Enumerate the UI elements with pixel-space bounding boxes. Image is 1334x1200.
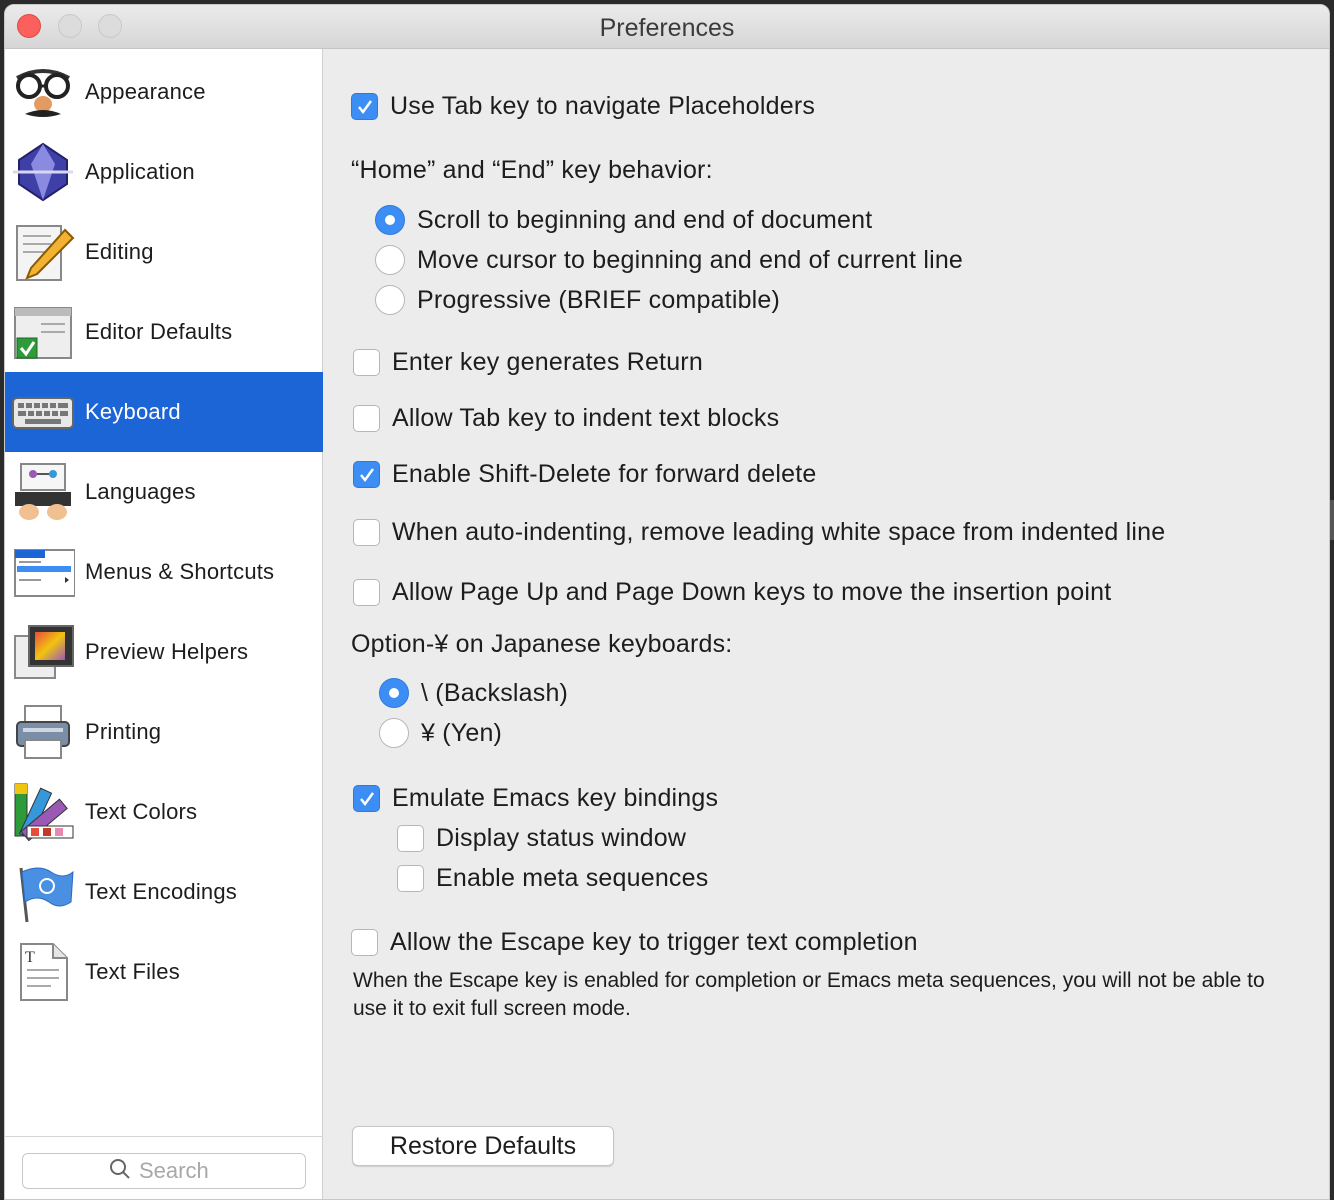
tab-indent-option[interactable]: Allow Tab key to indent text blocks [353, 404, 779, 433]
page-keys-label: Allow Page Up and Page Down keys to move… [392, 578, 1112, 606]
home-end-option-label: Scroll to beginning and end of document [417, 205, 873, 234]
auto-indent-label: When auto-indenting, remove leading whit… [392, 518, 1166, 546]
search-field[interactable] [22, 1153, 306, 1189]
shift-delete-checkbox[interactable] [353, 461, 380, 488]
restore-defaults-button[interactable]: Restore Defaults [352, 1126, 614, 1166]
meta-sequences-option[interactable]: Enable meta sequences [397, 864, 708, 893]
meta-sequences-checkbox[interactable] [397, 865, 424, 892]
escape-note: When the Escape key is enabled for compl… [353, 969, 1265, 1020]
home-end-option-label: Move cursor to beginning and end of curr… [417, 245, 964, 274]
enter-return-checkbox[interactable] [353, 349, 380, 376]
sidebar-item-label: Text Files [85, 959, 180, 984]
groucho-glasses-icon [11, 60, 75, 124]
preview-icon [11, 620, 75, 684]
use-tab-placeholders-checkbox[interactable] [351, 93, 378, 120]
typing-hands-icon [11, 460, 75, 524]
auto-indent-option[interactable]: When auto-indenting, remove leading whit… [353, 518, 1165, 547]
sidebar-item-text-files[interactable]: T Text Files [5, 932, 323, 1012]
search-input[interactable] [139, 1158, 219, 1184]
pencil-document-icon [11, 220, 75, 284]
yen-radio[interactable] [379, 718, 409, 748]
color-swatches-icon [11, 780, 75, 844]
home-end-radio[interactable] [375, 245, 405, 275]
sidebar-item-printing[interactable]: Printing [5, 692, 323, 772]
sidebar-item-menus-shortcuts[interactable]: Menus & Shortcuts [5, 532, 323, 612]
search-icon [109, 1158, 131, 1185]
title-bar: Preferences [5, 5, 1329, 49]
keyboard-settings-pane: Use Tab key to navigate Placeholders “Ho… [324, 49, 1329, 1199]
home-end-option-label: Progressive (BRIEF compatible) [417, 285, 781, 314]
page-keys-checkbox[interactable] [353, 579, 380, 606]
sidebar-item-application[interactable]: Application [5, 132, 323, 212]
emacs-label: Emulate Emacs key bindings [392, 784, 719, 812]
sidebar-item-label: Text Colors [85, 799, 198, 824]
window-title: Preferences [599, 14, 735, 42]
enter-return-option[interactable]: Enter key generates Return [353, 348, 703, 377]
auto-indent-checkbox[interactable] [353, 519, 380, 546]
use-tab-placeholders-label: Use Tab key to navigate Placeholders [390, 92, 816, 120]
home-end-radio[interactable] [375, 205, 405, 235]
shift-delete-label: Enable Shift-Delete for forward delete [392, 460, 817, 488]
sidebar-item-editor-defaults[interactable]: Editor Defaults [5, 292, 323, 372]
home-end-radio[interactable] [375, 285, 405, 315]
shift-delete-option[interactable]: Enable Shift-Delete for forward delete [353, 460, 817, 489]
escape-completion-checkbox[interactable] [351, 929, 378, 956]
home-end-option-scroll[interactable]: Scroll to beginning and end of document [375, 205, 872, 235]
status-window-checkbox[interactable] [397, 825, 424, 852]
svg-text:T: T [25, 949, 35, 966]
yen-option-label: \ (Backslash) [421, 678, 569, 707]
meta-sequences-label: Enable meta sequences [436, 864, 709, 892]
yen-option-backslash[interactable]: \ (Backslash) [379, 678, 568, 708]
yen-heading: Option-¥ on Japanese keyboards: [351, 630, 733, 658]
sidebar-item-label: Editor Defaults [85, 319, 233, 344]
use-tab-placeholders-option[interactable]: Use Tab key to navigate Placeholders [351, 92, 815, 121]
yen-radio[interactable] [379, 678, 409, 708]
sidebar-item-label: Appearance [85, 79, 206, 104]
status-window-label: Display status window [436, 824, 687, 852]
sidebar-item-label: Printing [85, 719, 162, 744]
preferences-window: Preferences Appearance Application Editi… [4, 4, 1330, 1200]
home-end-option-move-cursor[interactable]: Move cursor to beginning and end of curr… [375, 245, 963, 275]
sidebar-item-text-colors[interactable]: Text Colors [5, 772, 323, 852]
sidebar-item-label: Menus & Shortcuts [85, 559, 275, 584]
un-flag-icon [11, 860, 75, 924]
sidebar-item-preview-helpers[interactable]: Preview Helpers [5, 612, 323, 692]
text-file-icon: T [11, 940, 75, 1004]
sidebar-item-label: Text Encodings [85, 879, 237, 904]
yen-option-label: ¥ (Yen) [421, 718, 503, 747]
printer-icon [11, 700, 75, 764]
sidebar-item-keyboard[interactable]: Keyboard [5, 372, 323, 452]
sidebar-item-editing[interactable]: Editing [5, 212, 323, 292]
sidebar-item-label: Application [85, 159, 195, 184]
window-edge [1330, 500, 1334, 540]
menu-icon [11, 540, 75, 604]
home-end-option-progressive[interactable]: Progressive (BRIEF compatible) [375, 285, 780, 315]
status-window-option[interactable]: Display status window [397, 824, 686, 853]
sidebar-item-languages[interactable]: Languages [5, 452, 323, 532]
sidebar: Appearance Application Editing Editor De… [5, 49, 323, 1199]
escape-completion-label: Allow the Escape key to trigger text com… [390, 928, 918, 956]
enter-return-label: Enter key generates Return [392, 348, 703, 376]
sidebar-item-appearance[interactable]: Appearance [5, 52, 323, 132]
emacs-checkbox[interactable] [353, 785, 380, 812]
tab-indent-checkbox[interactable] [353, 405, 380, 432]
tab-indent-label: Allow Tab key to indent text blocks [392, 404, 780, 432]
divider [5, 1136, 323, 1137]
app-gem-icon [11, 140, 75, 204]
page-keys-option[interactable]: Allow Page Up and Page Down keys to move… [353, 578, 1111, 607]
checked-document-icon [11, 300, 75, 364]
home-end-heading: “Home” and “End” key behavior: [351, 156, 713, 184]
sidebar-item-label: Keyboard [85, 399, 181, 424]
yen-option-yen[interactable]: ¥ (Yen) [379, 718, 502, 748]
sidebar-item-label: Preview Helpers [85, 639, 249, 664]
emacs-option[interactable]: Emulate Emacs key bindings [353, 784, 718, 813]
sidebar-item-text-encodings[interactable]: Text Encodings [5, 852, 323, 932]
sidebar-item-label: Editing [85, 239, 154, 264]
keyboard-icon [11, 380, 75, 444]
sidebar-item-label: Languages [85, 479, 196, 504]
escape-completion-option[interactable]: Allow the Escape key to trigger text com… [351, 928, 918, 957]
